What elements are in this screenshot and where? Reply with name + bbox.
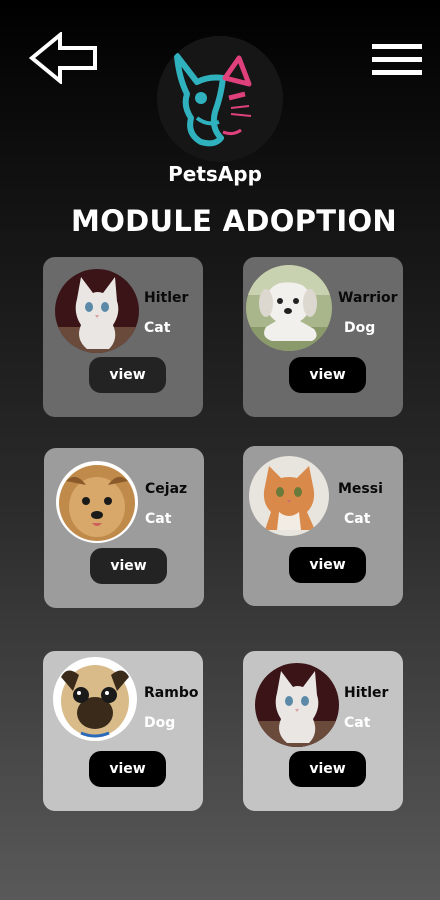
pet-type: Cat	[344, 715, 371, 731]
menu-button[interactable]	[372, 44, 422, 78]
dog-face-neon-logo	[157, 36, 283, 162]
hamburger-menu-icon	[372, 44, 422, 75]
white-kitten-photo	[255, 663, 339, 747]
app-logo	[157, 36, 283, 162]
pet-type: Dog	[344, 320, 376, 336]
pet-type: Cat	[344, 511, 371, 527]
white-kitten-photo	[55, 269, 139, 353]
white-puppy-photo	[246, 265, 332, 351]
view-button[interactable]: view	[289, 751, 366, 787]
pet-name: Rambo	[144, 685, 199, 701]
page-title: MODULE ADOPTION	[71, 204, 397, 238]
pet-name: Cejaz	[145, 481, 188, 497]
pet-card: Messi Cat view	[243, 446, 403, 606]
pug-photo	[53, 657, 137, 741]
view-button[interactable]: view	[90, 548, 167, 584]
view-button[interactable]: view	[289, 547, 366, 583]
pet-name: Hitler	[144, 290, 189, 306]
pet-name: Messi	[338, 481, 383, 497]
pet-card: Hitler Cat view	[243, 651, 403, 811]
view-button[interactable]: view	[89, 751, 166, 787]
orange-kitten-photo	[249, 456, 329, 536]
pet-name: Hitler	[344, 685, 389, 701]
arrow-left-icon	[28, 32, 97, 84]
pet-card: Hitler Cat view	[43, 257, 203, 417]
view-button[interactable]: view	[89, 357, 166, 393]
pet-name: Warrior	[338, 290, 398, 306]
pet-type: Cat	[145, 511, 172, 527]
pet-type: Cat	[144, 320, 171, 336]
view-button[interactable]: view	[289, 357, 366, 393]
pet-card: Rambo Dog view	[43, 651, 203, 811]
yorkshire-terrier-photo	[56, 461, 138, 543]
app-name: PetsApp	[168, 162, 262, 186]
pet-type: Dog	[144, 715, 176, 731]
pet-card: Cejaz Cat view	[44, 448, 204, 608]
back-button[interactable]	[28, 32, 100, 84]
pet-card: Warrior Dog view	[243, 257, 403, 417]
